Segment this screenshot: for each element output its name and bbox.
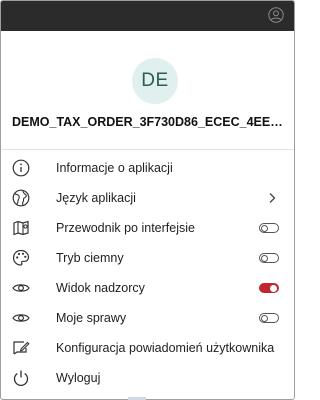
menu-item-supervisor-view[interactable]: Widok nadzorcy bbox=[2, 273, 293, 303]
eye-icon bbox=[12, 314, 30, 322]
user-menu-panel: DE DEMO_TAX_ORDER_3F730D86_ECEC_4EE9_A..… bbox=[2, 32, 293, 398]
menu-item-label: Widok nadzorcy bbox=[56, 281, 145, 295]
edit-notification-icon bbox=[13, 341, 30, 355]
globe-icon bbox=[12, 189, 30, 207]
top-bar bbox=[1, 1, 294, 31]
avatar: DE bbox=[132, 58, 178, 104]
menu-item-label: Informacje o aplikacji bbox=[56, 161, 173, 175]
palette-icon bbox=[12, 249, 30, 266]
toggle-knob bbox=[261, 255, 268, 262]
profile-header: DE DEMO_TAX_ORDER_3F730D86_ECEC_4EE9_A..… bbox=[2, 32, 293, 144]
menu-item-label: Język aplikacji bbox=[56, 191, 136, 205]
menu-item-dark-mode[interactable]: Tryb ciemny bbox=[2, 243, 293, 273]
menu-item-notification-settings[interactable]: Konfiguracja powiadomień użytkownika bbox=[2, 333, 293, 363]
menu-item-logout[interactable]: Wyloguj bbox=[2, 363, 293, 393]
menu-item-label: Konfiguracja powiadomień użytkownika bbox=[56, 341, 275, 355]
user-name: DEMO_TAX_ORDER_3F730D86_ECEC_4EE9_A... bbox=[12, 115, 293, 129]
menu-item-my-cases[interactable]: Moje sprawy bbox=[2, 303, 293, 333]
menu-item-label: Przewodnik po interfejsie bbox=[56, 221, 195, 235]
interface-guide-toggle[interactable] bbox=[259, 223, 279, 233]
menu-item-label: Moje sprawy bbox=[56, 311, 127, 325]
user-account-icon[interactable] bbox=[268, 7, 284, 23]
toggle-knob bbox=[270, 285, 277, 292]
power-icon bbox=[13, 370, 29, 386]
menu-item-interface-guide[interactable]: Przewodnik po interfejsie bbox=[2, 213, 293, 243]
dark-mode-toggle[interactable] bbox=[259, 253, 279, 263]
app-frame: DE DEMO_TAX_ORDER_3F730D86_ECEC_4EE9_A..… bbox=[0, 0, 295, 400]
map-guide-icon bbox=[13, 220, 29, 236]
info-icon bbox=[12, 159, 30, 177]
divider bbox=[2, 149, 293, 150]
menu-item-language[interactable]: Język aplikacji bbox=[2, 183, 293, 213]
eye-icon bbox=[12, 284, 30, 292]
menu-list: Informacje o aplikacji Język aplikacji P… bbox=[2, 153, 293, 393]
toggle-knob bbox=[261, 315, 268, 322]
chevron-right-icon bbox=[269, 193, 276, 203]
my-cases-toggle[interactable] bbox=[259, 313, 279, 323]
menu-item-label: Wyloguj bbox=[56, 371, 101, 385]
supervisor-view-toggle[interactable] bbox=[259, 283, 279, 293]
toggle-knob bbox=[261, 225, 268, 232]
menu-item-label: Tryb ciemny bbox=[56, 251, 124, 265]
menu-item-app-info[interactable]: Informacje o aplikacji bbox=[2, 153, 293, 183]
